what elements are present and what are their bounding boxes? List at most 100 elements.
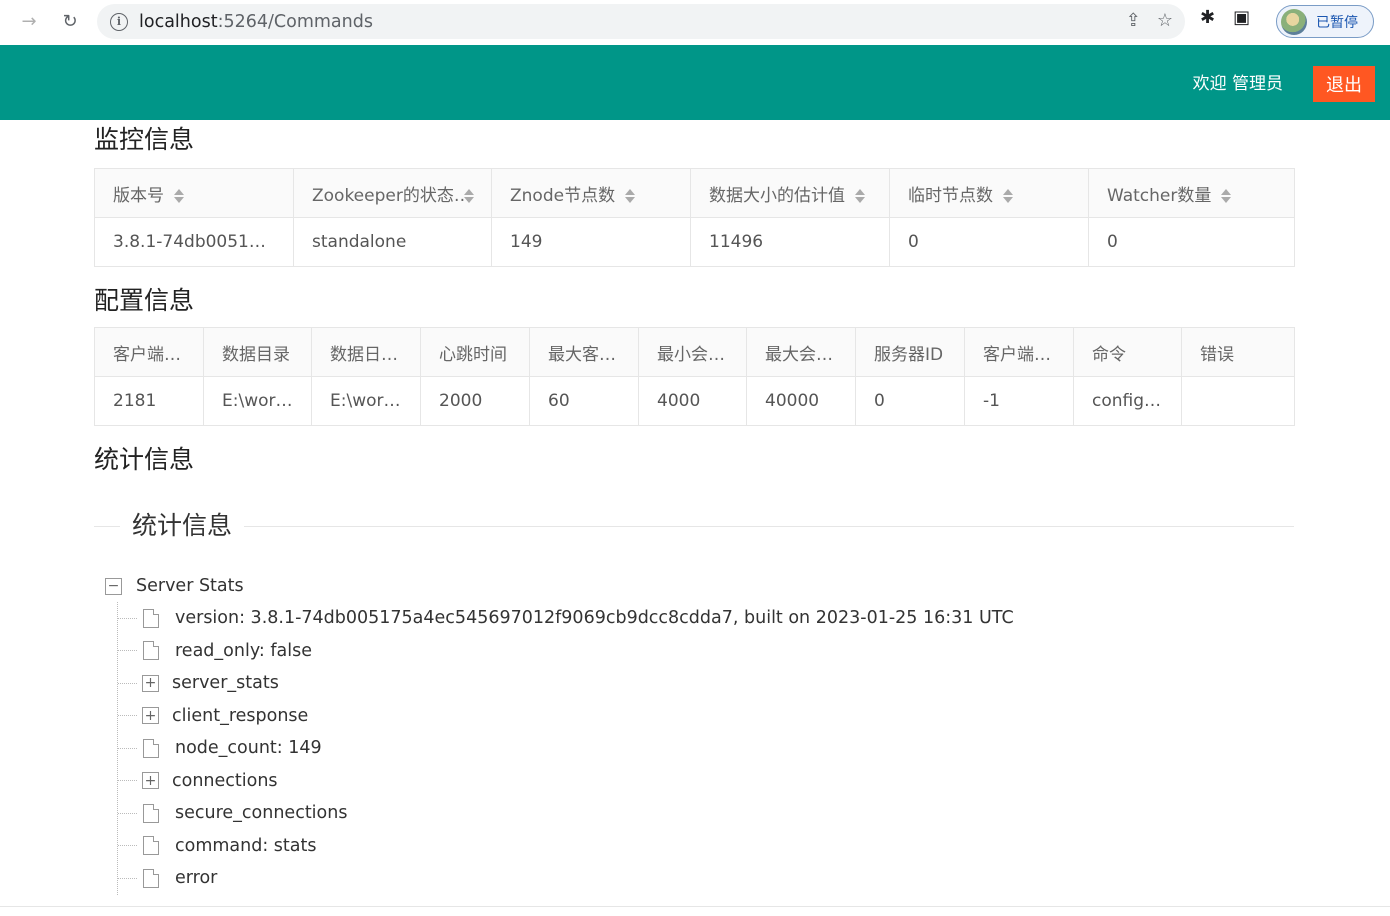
profile-button[interactable]: 已暂停: [1276, 5, 1374, 38]
tree-node-label[interactable]: version: 3.8.1-74db005175a4ec545697012f9…: [175, 608, 1014, 628]
table-cell: 4000: [638, 376, 747, 426]
stats-title: 统计信息: [94, 445, 195, 474]
config-title: 配置信息: [94, 286, 195, 315]
file-icon: [143, 868, 159, 888]
tree-node-label[interactable]: connections: [172, 771, 278, 791]
main-content: 监控信息 版本号 Zookeeper的状态 Znode节点数 数据大小的估计值 …: [94, 120, 1295, 546]
col-header-watchers[interactable]: Watcher数量: [1088, 168, 1295, 218]
table-cell: 2000: [420, 376, 530, 426]
extensions-puzzle-icon[interactable]: ✱: [1200, 7, 1215, 28]
col-header[interactable]: 最大客…: [529, 327, 639, 377]
tree-node-label[interactable]: node_count: 149: [175, 738, 322, 758]
logout-button[interactable]: 退出: [1313, 66, 1375, 102]
tree-node-label[interactable]: read_only: false: [175, 641, 312, 661]
sort-icon[interactable]: [1003, 188, 1013, 204]
col-header[interactable]: 客户端…: [94, 327, 204, 377]
back-arrow-icon[interactable]: →: [14, 6, 44, 36]
site-info-icon[interactable]: i: [110, 12, 128, 31]
table-cell: 0: [855, 376, 965, 426]
col-header-zk-state[interactable]: Zookeeper的状态: [293, 168, 492, 218]
col-header[interactable]: 服务器ID: [855, 327, 965, 377]
tree-node[interactable]: node_count: 149: [118, 732, 1014, 765]
avatar: [1281, 8, 1307, 35]
sort-icon[interactable]: [855, 188, 865, 204]
table-cell: 2181: [94, 376, 204, 426]
col-header[interactable]: 数据目录: [203, 327, 312, 377]
tree-node[interactable]: command: stats: [118, 830, 1014, 863]
tree-node[interactable]: secure_connections: [118, 797, 1014, 830]
stats-legend: 统计信息: [120, 506, 245, 546]
address-bar[interactable]: i localhost:5264/Commands ⇪ ☆: [97, 4, 1185, 39]
sort-icon[interactable]: [625, 188, 636, 204]
tree-children: version: 3.8.1-74db005175a4ec545697012f9…: [117, 602, 1014, 895]
expand-icon[interactable]: +: [142, 772, 159, 790]
table-cell: config…: [1073, 376, 1182, 426]
side-panel-icon[interactable]: ▣: [1233, 7, 1250, 28]
col-header[interactable]: 最大会…: [746, 327, 856, 377]
table-cell: standalone: [293, 217, 492, 267]
col-header[interactable]: 心跳时间: [420, 327, 530, 377]
file-icon: [143, 641, 159, 661]
table-row: 2181 E:\wor… E:\wor… 2000 60 4000 40000 …: [94, 376, 1295, 426]
col-header[interactable]: 错误: [1181, 327, 1295, 377]
divider: [94, 526, 1294, 527]
col-header[interactable]: 数据日…: [311, 327, 421, 377]
table-cell: -1: [964, 376, 1074, 426]
file-icon: [143, 608, 159, 628]
browser-toolbar: → ↻ i localhost:5264/Commands ⇪ ☆ ✱ ▣ 已暂…: [0, 0, 1390, 45]
tree-node[interactable]: version: 3.8.1-74db005175a4ec545697012f9…: [118, 602, 1014, 635]
table-cell: [1181, 376, 1295, 426]
welcome-text: 欢迎 管理员: [1192, 74, 1283, 94]
expand-icon[interactable]: +: [142, 674, 159, 692]
table-cell: E:\wor…: [311, 376, 421, 426]
share-icon[interactable]: ⇪: [1126, 10, 1141, 31]
tree-node[interactable]: + connections: [118, 765, 1014, 798]
collapse-icon[interactable]: −: [105, 577, 122, 595]
file-icon: [143, 803, 159, 823]
tree-node-label[interactable]: client_response: [172, 706, 308, 726]
app-header: 欢迎 管理员 退出: [0, 45, 1390, 120]
tree-node-label[interactable]: secure_connections: [175, 803, 347, 823]
col-header-ephemerals[interactable]: 临时节点数: [889, 168, 1089, 218]
tree-node[interactable]: + client_response: [118, 700, 1014, 733]
table-cell: E:\wor…: [203, 376, 312, 426]
reload-icon[interactable]: ↻: [55, 6, 85, 36]
tree-node-label[interactable]: server_stats: [172, 673, 279, 693]
col-header[interactable]: 命令: [1073, 327, 1182, 377]
profile-status-label: 已暂停: [1316, 14, 1358, 31]
sort-icon[interactable]: [174, 188, 184, 204]
table-cell: 60: [529, 376, 639, 426]
file-icon: [143, 836, 159, 856]
config-header-row: 客户端… 数据目录 数据日… 心跳时间 最大客… 最小会… 最大会… 服务器ID…: [94, 327, 1295, 377]
col-header-version[interactable]: 版本号: [94, 168, 294, 218]
monitor-table: 版本号 Zookeeper的状态 Znode节点数 数据大小的估计值 临时节点数…: [94, 168, 1295, 267]
tree-node[interactable]: error: [118, 862, 1014, 895]
table-cell: 40000: [746, 376, 856, 426]
tree-node[interactable]: read_only: false: [118, 635, 1014, 668]
url-text[interactable]: localhost:5264/Commands: [139, 12, 373, 32]
table-cell: 0: [1088, 217, 1295, 267]
stats-fieldset: 统计信息: [94, 506, 1294, 546]
expand-icon[interactable]: +: [142, 707, 159, 725]
tree-node-label[interactable]: Server Stats: [136, 576, 244, 596]
config-table: 客户端… 数据目录 数据日… 心跳时间 最大客… 最小会… 最大会… 服务器ID…: [94, 327, 1295, 426]
table-cell: 11496: [690, 217, 890, 267]
col-header[interactable]: 最小会…: [638, 327, 747, 377]
monitor-header-row: 版本号 Zookeeper的状态 Znode节点数 数据大小的估计值 临时节点数…: [94, 168, 1295, 218]
sort-icon[interactable]: [1221, 188, 1232, 204]
table-cell: 149: [491, 217, 691, 267]
bookmark-star-icon[interactable]: ☆: [1157, 10, 1173, 31]
table-cell: 3.8.1-74db005175…: [94, 217, 294, 267]
col-header-data-size[interactable]: 数据大小的估计值: [690, 168, 890, 218]
tree-node-label[interactable]: error: [175, 868, 217, 888]
tree-node[interactable]: + server_stats: [118, 667, 1014, 700]
table-row: 3.8.1-74db005175… standalone 149 11496 0…: [94, 217, 1295, 267]
server-stats-tree: − Server Stats version: 3.8.1-74db005175…: [105, 570, 1014, 895]
monitor-title: 监控信息: [94, 125, 195, 154]
col-header-znode-count[interactable]: Znode节点数: [491, 168, 691, 218]
table-cell: 0: [889, 217, 1089, 267]
col-header[interactable]: 客户端…: [964, 327, 1074, 377]
tree-node-root[interactable]: − Server Stats: [105, 570, 1014, 602]
page-bottom-divider: [0, 906, 1390, 907]
tree-node-label[interactable]: command: stats: [175, 836, 317, 856]
